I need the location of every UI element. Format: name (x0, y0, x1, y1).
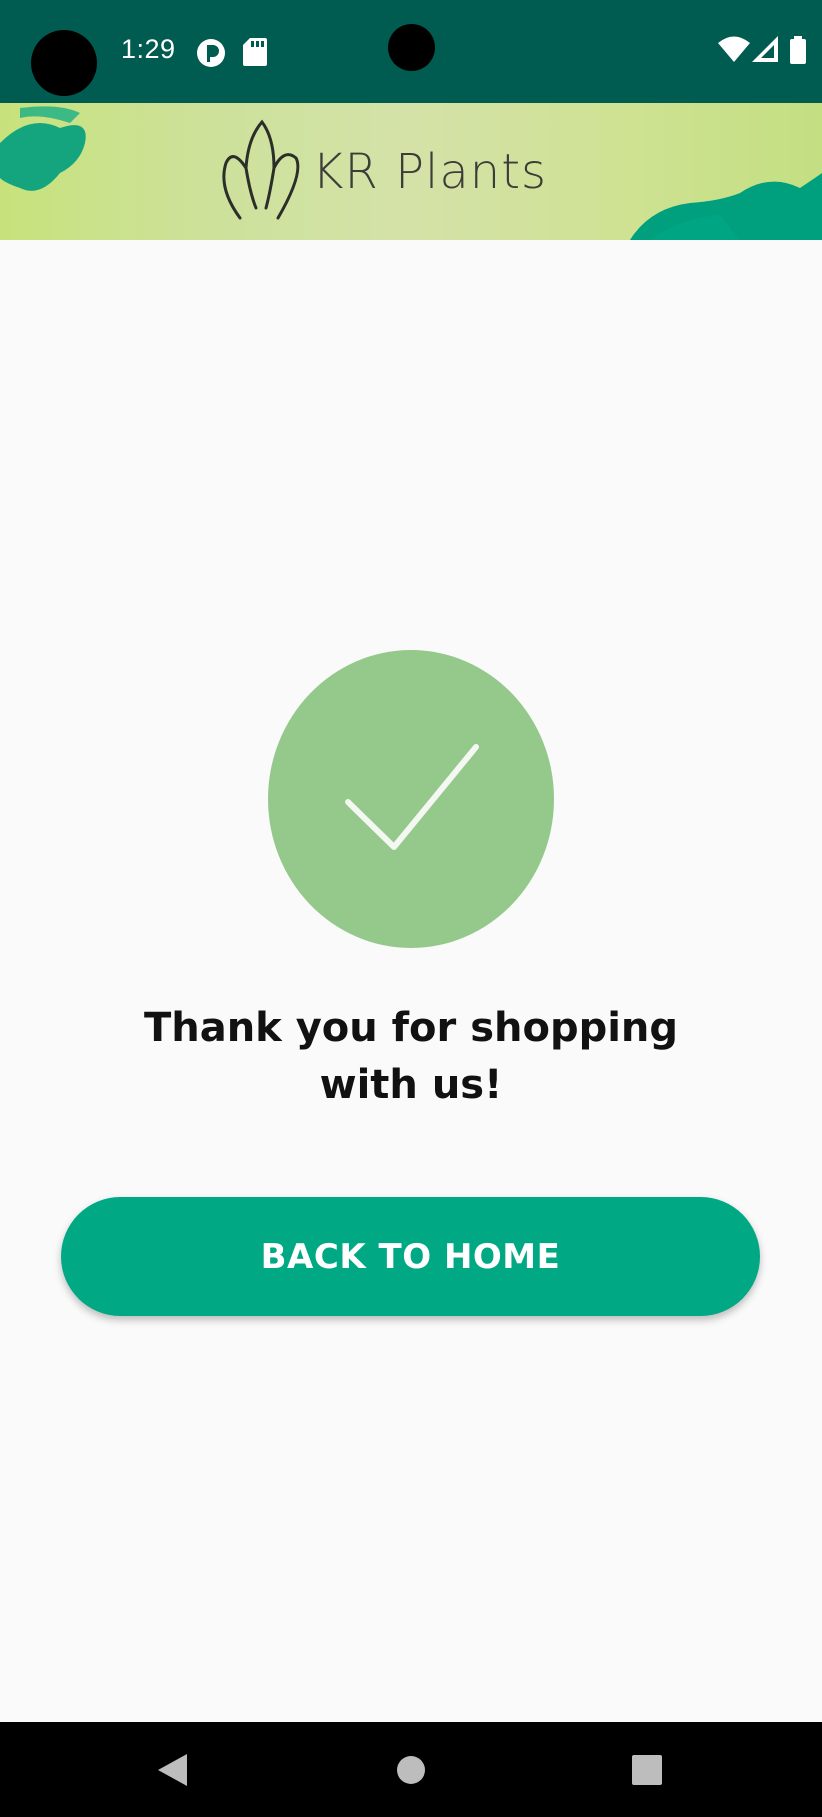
camera-cutout (31, 30, 97, 96)
leaf-logo-icon (218, 118, 306, 226)
battery-icon (790, 36, 806, 68)
sd-card-icon (243, 38, 267, 70)
pocket-icon (196, 38, 226, 72)
back-icon[interactable] (112, 1722, 232, 1817)
front-camera (388, 24, 435, 71)
brand-logo: KR Plants (218, 117, 547, 227)
success-check-circle (268, 650, 554, 948)
home-icon[interactable] (351, 1722, 471, 1817)
checkmark-icon (336, 732, 486, 866)
status-time: 1:29 (121, 34, 176, 64)
status-bar: 1:29 (0, 0, 822, 103)
navigation-bar (0, 1722, 822, 1817)
thank-you-message: Thank you for shopping with us! (100, 1000, 722, 1114)
recents-icon[interactable] (587, 1722, 707, 1817)
back-to-home-button[interactable]: BACK TO HOME (61, 1197, 760, 1316)
message-line-1: Thank you for shopping (143, 1005, 679, 1051)
signal-icon (752, 36, 778, 66)
app-header: KR Plants (0, 103, 822, 240)
brand-name: KR Plants (312, 144, 548, 200)
wifi-icon (718, 36, 750, 66)
message-line-2: with us! (319, 1062, 503, 1108)
